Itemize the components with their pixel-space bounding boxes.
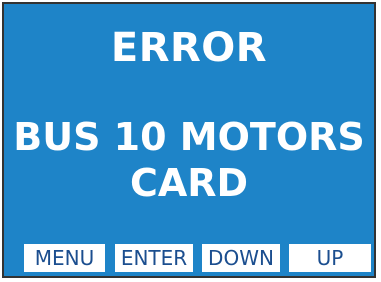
error-message-line-1: BUS 10 MOTORS — [13, 115, 365, 159]
error-message: BUS 10 MOTORS CARD — [4, 114, 374, 206]
lcd-screen: ERROR BUS 10 MOTORS CARD MENU ENTER DOWN… — [4, 4, 374, 276]
display-frame: ERROR BUS 10 MOTORS CARD MENU ENTER DOWN… — [2, 2, 376, 278]
down-button[interactable]: DOWN — [202, 244, 280, 272]
menu-button[interactable]: MENU — [24, 244, 105, 272]
error-title: ERROR — [110, 25, 268, 71]
up-button[interactable]: UP — [289, 244, 371, 272]
softkey-bar: MENU ENTER DOWN UP — [4, 244, 374, 272]
enter-button[interactable]: ENTER — [115, 244, 193, 272]
error-message-line-2: CARD — [129, 161, 249, 205]
